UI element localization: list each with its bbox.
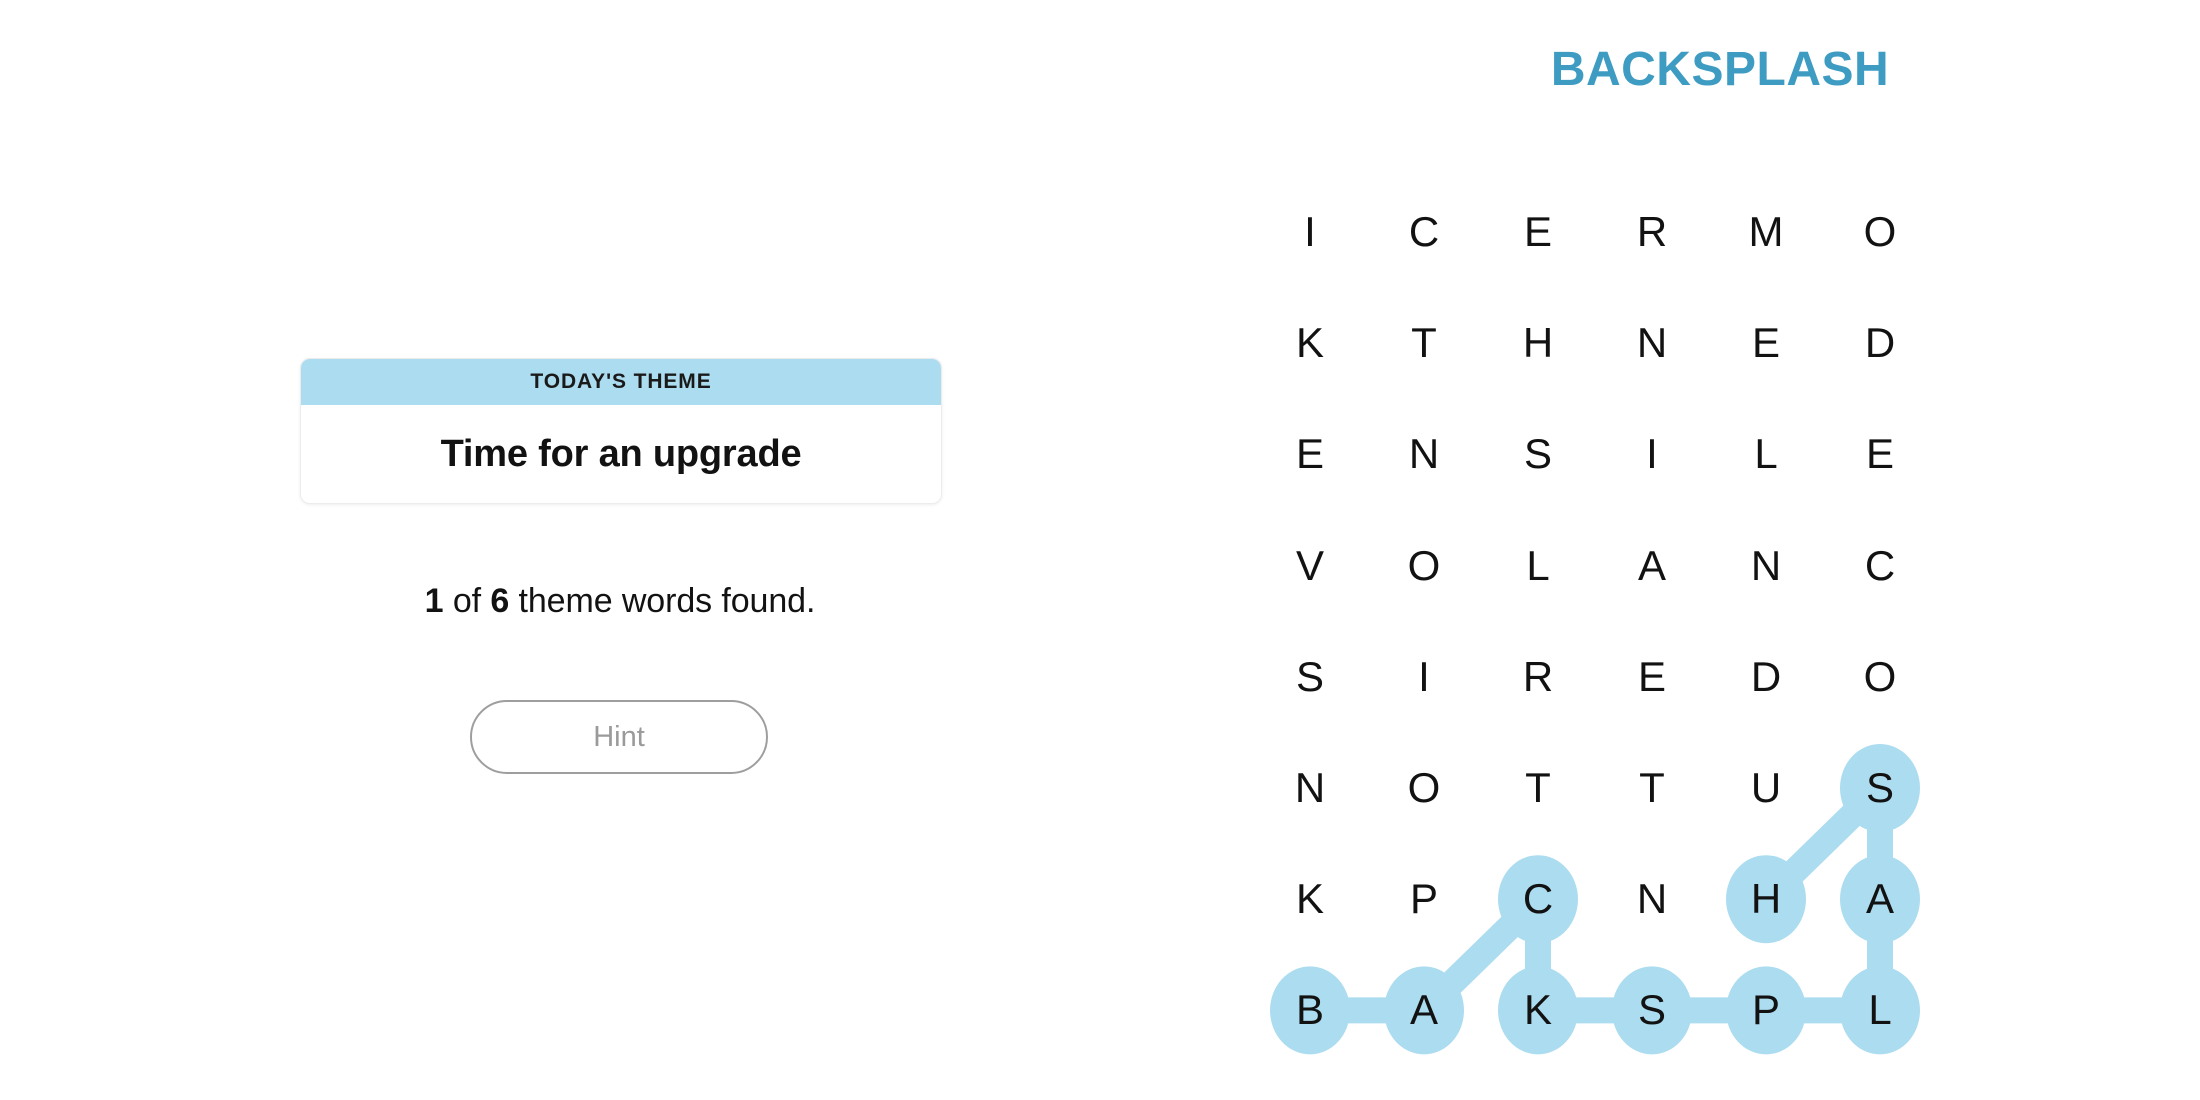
grid-cell-r2-c5[interactable]: E — [1716, 293, 1816, 393]
grid-cell-r6-c2[interactable]: O — [1374, 738, 1474, 838]
grid-cell-r8-c1[interactable]: B — [1260, 960, 1360, 1060]
todays-theme-card: TODAY'S THEME Time for an upgrade — [300, 358, 942, 504]
total-count: 6 — [490, 582, 510, 620]
grid-cell-r3-c4[interactable]: I — [1602, 404, 1702, 504]
grid-cell-r7-c3[interactable]: C — [1488, 849, 1588, 949]
theme-text: Time for an upgrade — [440, 432, 802, 475]
grid-cell-r3-c6[interactable]: E — [1830, 404, 1930, 504]
hint-button-label: Hint — [593, 720, 645, 753]
grid-cell-r4-c6[interactable]: C — [1830, 516, 1930, 616]
grid-cell-r5-c6[interactable]: O — [1830, 627, 1930, 727]
grid-cell-r4-c2[interactable]: O — [1374, 516, 1474, 616]
theme-card-header-label: TODAY'S THEME — [301, 359, 941, 405]
grid-cell-r6-c3[interactable]: T — [1488, 738, 1588, 838]
grid-cell-r2-c3[interactable]: H — [1488, 293, 1588, 393]
grid-cell-r4-c4[interactable]: A — [1602, 516, 1702, 616]
grid-cell-r8-c5[interactable]: P — [1716, 960, 1816, 1060]
grid-cell-r8-c4[interactable]: S — [1602, 960, 1702, 1060]
grid-cell-r3-c5[interactable]: L — [1716, 404, 1816, 504]
grid-cell-r6-c1[interactable]: N — [1260, 738, 1360, 838]
grid-cell-r5-c5[interactable]: D — [1716, 627, 1816, 727]
grid-cell-r6-c5[interactable]: U — [1716, 738, 1816, 838]
grid-cell-r4-c3[interactable]: L — [1488, 516, 1588, 616]
grid-cell-r5-c4[interactable]: E — [1602, 627, 1702, 727]
grid-cell-r7-c5[interactable]: H — [1716, 849, 1816, 949]
progress-suffix-text: theme words found. — [509, 582, 816, 620]
grid-cell-r2-c4[interactable]: N — [1602, 293, 1702, 393]
letter-grid[interactable]: ICERMOKTHNEDENSILEVOLANCSIREDONOTTUSKPCN… — [1240, 0, 2200, 1100]
grid-cell-r3-c3[interactable]: S — [1488, 404, 1588, 504]
grid-cell-r2-c2[interactable]: T — [1374, 293, 1474, 393]
word-search-panel: BACKSPLASH ICERMOKTHNEDENSILEVOLANCSIRED… — [1240, 0, 2200, 1100]
hint-button[interactable]: Hint — [470, 700, 768, 774]
grid-cell-r7-c1[interactable]: K — [1260, 849, 1360, 949]
grid-cell-r5-c1[interactable]: S — [1260, 627, 1360, 727]
grid-cell-r1-c1[interactable]: I — [1260, 182, 1360, 282]
progress-mid-text: of — [443, 582, 491, 620]
grid-cell-r2-c1[interactable]: K — [1260, 293, 1360, 393]
letter-cells-layer[interactable]: ICERMOKTHNEDENSILEVOLANCSIREDONOTTUSKPCN… — [1240, 0, 2200, 1100]
grid-cell-r4-c1[interactable]: V — [1260, 516, 1360, 616]
grid-cell-r6-c4[interactable]: T — [1602, 738, 1702, 838]
grid-cell-r5-c3[interactable]: R — [1488, 627, 1588, 727]
theme-card-body: Time for an upgrade — [301, 405, 941, 503]
grid-cell-r8-c6[interactable]: L — [1830, 960, 1930, 1060]
grid-cell-r6-c6[interactable]: S — [1830, 738, 1930, 838]
grid-cell-r3-c1[interactable]: E — [1260, 404, 1360, 504]
grid-cell-r1-c2[interactable]: C — [1374, 182, 1474, 282]
found-count: 1 — [424, 582, 444, 620]
grid-cell-r1-c6[interactable]: O — [1830, 182, 1930, 282]
grid-cell-r5-c2[interactable]: I — [1374, 627, 1474, 727]
puzzle-info-panel: TODAY'S THEME Time for an upgrade 1 of 6… — [0, 0, 1240, 1100]
grid-cell-r3-c2[interactable]: N — [1374, 404, 1474, 504]
grid-cell-r7-c2[interactable]: P — [1374, 849, 1474, 949]
grid-cell-r1-c4[interactable]: R — [1602, 182, 1702, 282]
grid-cell-r8-c3[interactable]: K — [1488, 960, 1588, 1060]
grid-cell-r7-c6[interactable]: A — [1830, 849, 1930, 949]
grid-cell-r8-c2[interactable]: A — [1374, 960, 1474, 1060]
grid-cell-r2-c6[interactable]: D — [1830, 293, 1930, 393]
grid-cell-r4-c5[interactable]: N — [1716, 516, 1816, 616]
grid-cell-r1-c5[interactable]: M — [1716, 182, 1816, 282]
grid-cell-r7-c4[interactable]: N — [1602, 849, 1702, 949]
theme-words-progress: 1 of 6 theme words found. — [300, 582, 940, 621]
grid-cell-r1-c3[interactable]: E — [1488, 182, 1588, 282]
